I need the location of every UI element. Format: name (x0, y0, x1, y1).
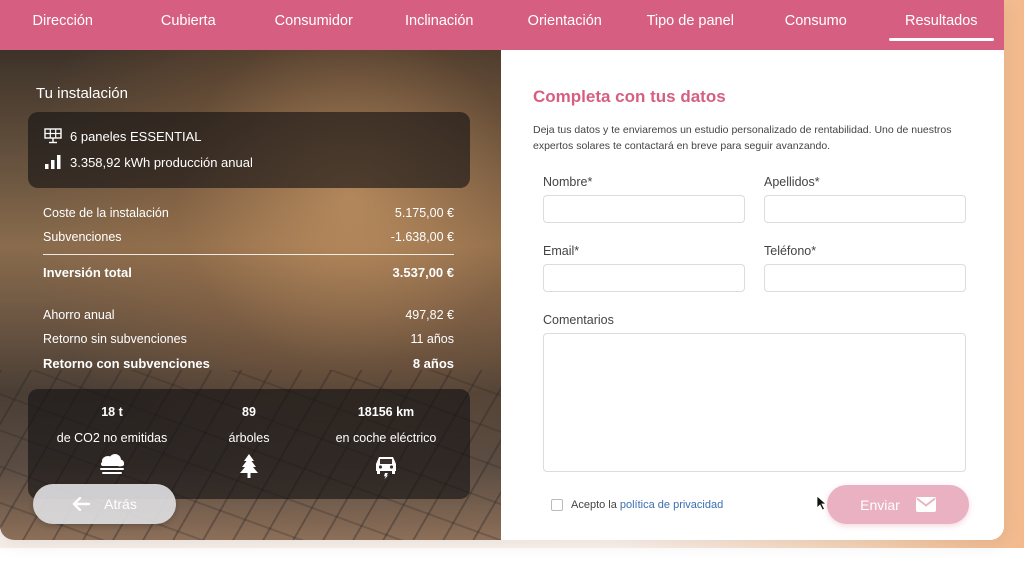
trees-stat: 89 árboles (169, 405, 329, 479)
step-navigation: Dirección Cubierta Consumidor Inclinació… (0, 0, 1004, 50)
form-description: Deja tus datos y te enviaremos un estudi… (533, 124, 952, 152)
envelope-icon (915, 497, 936, 512)
back-button[interactable]: Atrás (33, 484, 176, 524)
panels-text: 6 paneles ESSENTIAL (70, 128, 202, 144)
nav-tab-consumo[interactable]: Consumo (753, 0, 879, 50)
annual-savings-label: Ahorro anual (43, 308, 115, 322)
name-label: Nombre* (543, 175, 593, 189)
nav-tab-tipo-panel[interactable]: Tipo de panel (628, 0, 754, 50)
name-field[interactable] (543, 195, 745, 223)
cloud-icon (100, 454, 124, 474)
car-value: 18156 km (357, 405, 415, 419)
total-divider (43, 254, 454, 255)
nav-tab-direccion[interactable]: Dirección (0, 0, 126, 50)
send-button-label: Enviar (860, 496, 900, 513)
privacy-text: Acepto la (571, 499, 617, 511)
return-no-subsidy-value: 11 años (410, 332, 454, 346)
co2-label: de CO2 no emitidas (56, 431, 168, 445)
arrow-left-icon (72, 497, 91, 511)
results-card: Dirección Cubierta Consumidor Inclinació… (0, 0, 1004, 540)
nav-tab-orientacion[interactable]: Orientación (502, 0, 628, 50)
comments-label: Comentarios (543, 313, 614, 327)
privacy-policy-link[interactable]: política de privacidad (620, 499, 723, 511)
form-title: Completa con tus datos (533, 87, 726, 106)
return-with-subsidy-label: Retorno con subvenciones (43, 356, 210, 371)
panels-row: 6 paneles ESSENTIAL (44, 128, 202, 144)
install-cost-label: Coste de la instalación (43, 206, 169, 220)
email-label: Email* (543, 244, 580, 258)
send-button[interactable]: Enviar (827, 485, 969, 524)
nav-tab-inclinacion[interactable]: Inclinación (377, 0, 503, 50)
nav-tab-resultados[interactable]: Resultados (879, 0, 1005, 50)
return-with-subsidy-value: 8 años (412, 356, 454, 371)
trees-label: árboles (228, 431, 270, 445)
co2-value: 18 t (101, 405, 123, 419)
bar-chart-icon (45, 155, 61, 169)
subsidy-value: -1.638,00 € (390, 230, 454, 244)
email-field[interactable] (543, 264, 745, 292)
phone-field[interactable] (764, 264, 966, 292)
return-with-subsidy-row: Retorno con subvenciones 8 años (43, 356, 454, 371)
return-no-subsidy-row: Retorno sin subvenciones 11 años (43, 332, 454, 346)
mouse-cursor-icon (817, 496, 827, 511)
environmental-impact-box: 18 t de CO2 no emitidas 89 árboles 18156… (28, 389, 470, 499)
annual-savings-value: 497,82 € (405, 308, 454, 322)
total-investment-label: Inversión total (43, 265, 132, 280)
nav-tab-consumidor[interactable]: Consumidor (251, 0, 377, 50)
contact-form-panel: Completa con tus datos Deja tus datos y … (501, 50, 1004, 540)
trees-value: 89 (242, 405, 256, 419)
installation-specs-box: 6 paneles ESSENTIAL 3.358,92 kWh producc… (28, 112, 470, 188)
tree-icon (240, 454, 258, 478)
privacy-consent: Acepto la política de privacidad (551, 499, 723, 511)
annual-savings-row: Ahorro anual 497,82 € (43, 308, 454, 322)
production-text: 3.358,92 kWh producción anual (70, 154, 253, 170)
install-cost-value: 5.175,00 € (394, 206, 454, 220)
return-no-subsidy-label: Retorno sin subvenciones (43, 332, 187, 346)
solar-panel-icon (44, 128, 62, 144)
phone-label: Teléfono* (764, 244, 817, 258)
installation-title: Tu instalación (36, 85, 128, 102)
installation-summary-panel: Tu instalación 6 paneles ESSENTIAL 3.358… (0, 50, 501, 540)
back-button-label: Atrás (104, 496, 137, 512)
production-row: 3.358,92 kWh producción anual (44, 154, 253, 170)
comments-textarea[interactable] (543, 333, 966, 472)
car-label: en coche eléctrico (335, 431, 437, 445)
electric-car-stat: 18156 km en coche eléctrico (306, 405, 466, 479)
privacy-checkbox[interactable] (551, 499, 563, 511)
install-cost-row: Coste de la instalación 5.175,00 € (43, 206, 454, 220)
subsidy-row: Subvenciones -1.638,00 € (43, 230, 454, 244)
total-investment-value: 3.537,00 € (392, 265, 454, 280)
electric-car-icon (376, 457, 396, 479)
surname-label: Apellidos* (764, 175, 820, 189)
nav-tab-cubierta[interactable]: Cubierta (126, 0, 252, 50)
subsidy-label: Subvenciones (43, 230, 122, 244)
page-bottom-band (0, 548, 1024, 588)
surname-field[interactable] (764, 195, 966, 223)
total-investment-row: Inversión total 3.537,00 € (43, 265, 454, 280)
co2-stat: 18 t de CO2 no emitidas (32, 405, 192, 477)
